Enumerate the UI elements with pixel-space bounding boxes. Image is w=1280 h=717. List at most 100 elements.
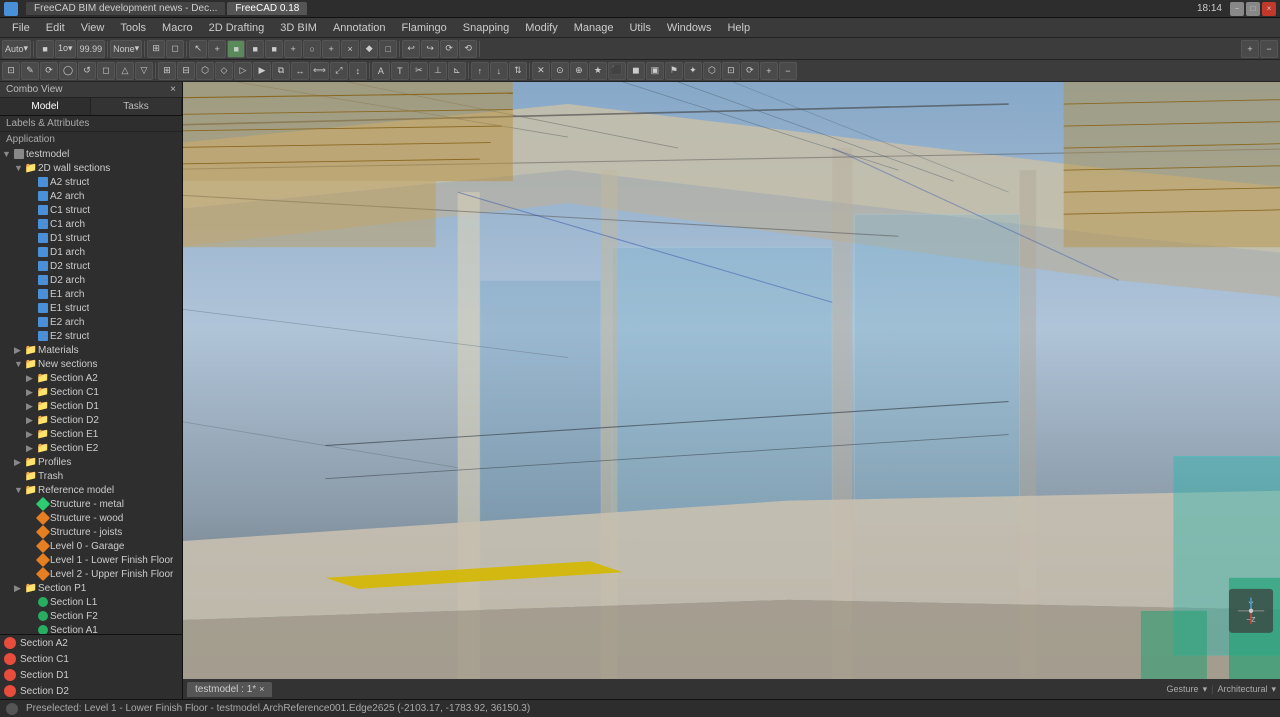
tree-item-new-sections[interactable]: ▼📁New sections — [0, 357, 182, 371]
tb2-btn-33[interactable]: ◼ — [627, 62, 645, 80]
tb2-btn-34[interactable]: ▣ — [646, 62, 664, 80]
tb2-btn-8[interactable]: ▽ — [135, 62, 153, 80]
tb-btn-k[interactable]: ◆ — [360, 40, 378, 58]
tree-toggle-materials[interactable]: ▶ — [14, 345, 24, 356]
tb-btn-g[interactable]: + — [284, 40, 302, 58]
tb2-btn-14[interactable]: ▶ — [253, 62, 271, 80]
maximize-button[interactable]: □ — [1246, 2, 1260, 16]
tab-freecad-018[interactable]: FreeCAD 0.18 — [227, 2, 307, 15]
tb-btn-b[interactable]: ↖ — [189, 40, 207, 58]
tb-btn-d[interactable]: ■ — [227, 40, 245, 58]
tb2-btn-39[interactable]: ⟳ — [741, 62, 759, 80]
tb2-btn-28[interactable]: ✕ — [532, 62, 550, 80]
tree-container[interactable]: ▼testmodel▼📁2D wall sectionsA2 structA2 … — [0, 147, 182, 634]
tb2-btn-18[interactable]: ⤢ — [330, 62, 348, 80]
tb2-btn-24[interactable]: ⊾ — [448, 62, 466, 80]
tree-item-section-d2[interactable]: ▶📁Section D2 — [0, 413, 182, 427]
3d-viewport[interactable]: Y −Z testmodel : 1* × Gesture ▾ | Archit — [183, 82, 1280, 699]
tb-btn-j[interactable]: × — [341, 40, 359, 58]
tree-item-structure-wood[interactable]: Structure - wood — [0, 511, 182, 525]
tb2-btn-1[interactable]: ⊡ — [2, 62, 20, 80]
tb-btn-a[interactable]: ◻ — [166, 40, 184, 58]
view-mode-dropdown[interactable]: ▾ — [1271, 684, 1276, 695]
tb-btn-p[interactable]: ⟲ — [459, 40, 477, 58]
tb2-btn-4[interactable]: ◯ — [59, 62, 77, 80]
auto-dropdown[interactable]: Auto ▾ — [2, 40, 31, 58]
tree-item-section-c1[interactable]: ▶📁Section C1 — [0, 385, 182, 399]
tb2-btn-13[interactable]: ▷ — [234, 62, 252, 80]
tb2-btn-40[interactable]: + — [760, 62, 778, 80]
menu-3d-bim[interactable]: 3D BIM — [272, 20, 325, 36]
tb2-btn-41[interactable]: − — [779, 62, 797, 80]
menu-2d-drafting[interactable]: 2D Drafting — [201, 20, 273, 36]
tree-toggle-section-e2[interactable]: ▶ — [26, 443, 36, 454]
tree-item-d1-arch[interactable]: D1 arch — [0, 245, 182, 259]
tb2-btn-6[interactable]: ◻ — [97, 62, 115, 80]
tree-item-profiles[interactable]: ▶📁Profiles — [0, 455, 182, 469]
menu-edit[interactable]: Edit — [38, 20, 73, 36]
tb-btn-r[interactable]: − — [1260, 40, 1278, 58]
tree-item-a2-arch[interactable]: A2 arch — [0, 189, 182, 203]
tree-item-level1-lower[interactable]: Level 1 - Lower Finish Floor — [0, 553, 182, 567]
tree-item-structure-joists[interactable]: Structure - joists — [0, 525, 182, 539]
tree-item-c1-arch[interactable]: C1 arch — [0, 217, 182, 231]
tb2-btn-21[interactable]: T — [391, 62, 409, 80]
tab-tasks[interactable]: Tasks — [91, 98, 182, 115]
tree-toggle-section-p1[interactable]: ▶ — [14, 583, 24, 594]
tree-item-level2-upper[interactable]: Level 2 - Upper Finish Floor — [0, 567, 182, 581]
tb2-btn-11[interactable]: ⬡ — [196, 62, 214, 80]
tree-item-a2-struct[interactable]: A2 struct — [0, 175, 182, 189]
tb-grid-btn[interactable]: ⊞ — [147, 40, 165, 58]
tb2-btn-12[interactable]: ◇ — [215, 62, 233, 80]
tree-item-e1-arch[interactable]: E1 arch — [0, 287, 182, 301]
tb2-btn-35[interactable]: ⚑ — [665, 62, 683, 80]
combo-view-close[interactable]: × — [170, 84, 176, 95]
tb-btn-i[interactable]: + — [322, 40, 340, 58]
viewport-tab-testmodel[interactable]: testmodel : 1* × — [187, 682, 272, 697]
menu-snapping[interactable]: Snapping — [455, 20, 518, 36]
tree-item-materials[interactable]: ▶📁Materials — [0, 343, 182, 357]
tb2-btn-20[interactable]: A — [372, 62, 390, 80]
tb2-btn-31[interactable]: ★ — [589, 62, 607, 80]
tree-item-e1-struct[interactable]: E1 struct — [0, 301, 182, 315]
tree-toggle-profiles[interactable]: ▶ — [14, 457, 24, 468]
tb2-btn-30[interactable]: ⊕ — [570, 62, 588, 80]
tree-item-c1-struct[interactable]: C1 struct — [0, 203, 182, 217]
tb-btn-q[interactable]: + — [1241, 40, 1259, 58]
tb2-btn-22[interactable]: ✂ — [410, 62, 428, 80]
tree-item-section-d1[interactable]: ▶📁Section D1 — [0, 399, 182, 413]
tree-item-section-p1[interactable]: ▶📁Section P1 — [0, 581, 182, 595]
tab-freecad-news[interactable]: FreeCAD BIM development news - Dec... — [26, 2, 225, 15]
tree-toggle-testmodel[interactable]: ▼ — [2, 149, 12, 159]
bottom-section-item[interactable]: Section D1 — [0, 667, 182, 683]
minimize-button[interactable]: − — [1230, 2, 1244, 16]
tb-btn-3[interactable]: 99.99 — [77, 40, 106, 58]
tree-item-d2-arch[interactable]: D2 arch — [0, 273, 182, 287]
tb2-btn-10[interactable]: ⊟ — [177, 62, 195, 80]
tree-toggle-section-e1[interactable]: ▶ — [26, 429, 36, 440]
tb-btn-h[interactable]: ○ — [303, 40, 321, 58]
tree-item-section-a1[interactable]: Section A1 — [0, 623, 182, 634]
tb2-btn-27[interactable]: ⇅ — [509, 62, 527, 80]
tb-btn-o[interactable]: ⟳ — [440, 40, 458, 58]
menu-macro[interactable]: Macro — [154, 20, 201, 36]
tree-item-section-e2[interactable]: ▶📁Section E2 — [0, 441, 182, 455]
menu-view[interactable]: View — [73, 20, 113, 36]
tree-toggle-section-c1[interactable]: ▶ — [26, 387, 36, 398]
tb2-btn-3[interactable]: ⟳ — [40, 62, 58, 80]
tb2-btn-17[interactable]: ⟺ — [310, 62, 329, 80]
tb2-btn-36[interactable]: ✦ — [684, 62, 702, 80]
tree-item-d1-struct[interactable]: D1 struct — [0, 231, 182, 245]
menu-annotation[interactable]: Annotation — [325, 20, 394, 36]
gesture-dropdown[interactable]: ▾ — [1203, 684, 1208, 695]
tb2-btn-38[interactable]: ⊡ — [722, 62, 740, 80]
tree-item-reference-model[interactable]: ▼📁Reference model — [0, 483, 182, 497]
tree-item-section-e1[interactable]: ▶📁Section E1 — [0, 427, 182, 441]
tb2-btn-32[interactable]: ⬛ — [608, 62, 626, 80]
tb-btn-1[interactable]: ■ — [36, 40, 54, 58]
tree-toggle-section-d2[interactable]: ▶ — [26, 415, 36, 426]
tree-item-e2-struct[interactable]: E2 struct — [0, 329, 182, 343]
tb2-btn-5[interactable]: ↺ — [78, 62, 96, 80]
tb2-btn-15[interactable]: ⧉ — [272, 62, 290, 80]
tb2-btn-25[interactable]: ↑ — [471, 62, 489, 80]
